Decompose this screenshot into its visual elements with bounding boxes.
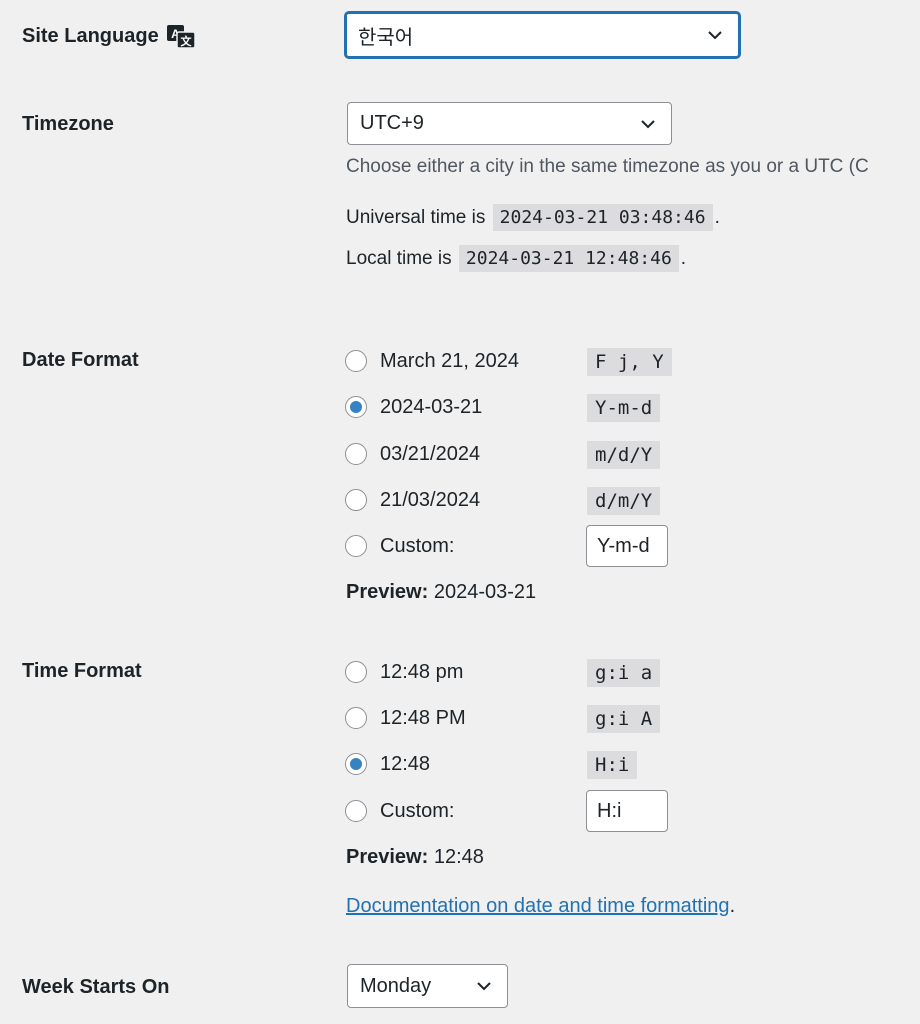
date-format-option-3[interactable]: 03/21/2024 [345, 439, 480, 469]
radio-label: 21/03/2024 [380, 488, 481, 511]
timezone-selected: UTC+9 [360, 112, 424, 134]
universal-time-prefix: Universal time is [346, 207, 486, 228]
date-format-option-custom[interactable]: Custom: [345, 531, 454, 561]
local-time-suffix: . [680, 248, 687, 269]
radio-button[interactable] [345, 489, 367, 511]
date-format-custom-input[interactable] [586, 525, 668, 567]
radio-button[interactable] [345, 661, 367, 683]
format-code: F j, Y [587, 348, 672, 376]
chevron-down-icon [708, 31, 722, 40]
radio-button-checked[interactable] [345, 396, 367, 418]
date-format-option-4[interactable]: 21/03/2024 [345, 485, 480, 515]
universal-time-row: Universal time is 2024-03-21 03:48:46. [346, 204, 720, 231]
documentation-link[interactable]: Documentation on date and time formattin… [346, 895, 730, 917]
date-format-label: Date Format [22, 349, 139, 371]
date-format-option-1[interactable]: March 21, 2024 [345, 346, 519, 376]
preview-value: 12:48 [433, 846, 484, 868]
format-code: Y-m-d [587, 394, 661, 422]
radio-label: 12:48 PM [380, 706, 466, 729]
radio-label: Custom: [380, 799, 455, 822]
preview-label: Preview: [346, 846, 429, 868]
radio-label: March 21, 2024 [380, 349, 519, 372]
date-format-preview: Preview: 2024-03-21 [346, 581, 536, 604]
date-format-option-2[interactable]: 2024-03-21 [345, 392, 482, 422]
time-format-custom-input[interactable] [586, 790, 668, 832]
preview-label: Preview: [346, 581, 429, 603]
radio-button[interactable] [345, 350, 367, 372]
site-language-label: Site Language A 文 [22, 24, 196, 49]
radio-button[interactable] [345, 443, 367, 465]
local-time-row: Local time is 2024-03-21 12:48:46. [346, 245, 687, 272]
site-language-select[interactable]: 한국어 [345, 12, 740, 58]
radio-button-checked[interactable] [345, 753, 367, 775]
format-code: g:i A [587, 705, 661, 733]
week-starts-on-label: Week Starts On [22, 976, 170, 998]
radio-button[interactable] [345, 800, 367, 822]
timezone-description: Choose either a city in the same timezon… [346, 156, 869, 177]
universal-time-suffix: . [714, 207, 720, 228]
radio-label: 03/21/2024 [380, 442, 481, 465]
time-format-option-custom[interactable]: Custom: [345, 796, 454, 826]
format-code: H:i [587, 751, 638, 779]
timezone-select[interactable]: UTC+9 [347, 102, 672, 145]
translation-icon: A 文 [166, 24, 196, 49]
preview-value: 2024-03-21 [433, 581, 537, 603]
time-format-option-3[interactable]: 12:48 [345, 749, 430, 779]
time-format-option-2[interactable]: 12:48 PM [345, 703, 466, 733]
timezone-label: Timezone [22, 113, 114, 135]
format-code: g:i a [587, 659, 661, 687]
chevron-down-icon [641, 119, 655, 128]
format-code: m/d/Y [587, 441, 661, 469]
chevron-down-icon [477, 982, 491, 991]
site-language-selected: 한국어 [358, 26, 414, 49]
local-time-prefix: Local time is [346, 248, 452, 269]
radio-label: 12:48 [380, 752, 431, 775]
week-starts-on-selected: Monday [360, 974, 432, 997]
documentation-suffix: . [729, 895, 736, 917]
radio-label: 12:48 pm [380, 660, 464, 683]
format-code: d/m/Y [587, 487, 661, 515]
svg-text:文: 文 [180, 34, 192, 48]
time-format-option-1[interactable]: 12:48 pm [345, 657, 463, 687]
radio-button[interactable] [345, 707, 367, 729]
time-format-label: Time Format [22, 660, 142, 682]
documentation-row: Documentation on date and time formattin… [346, 895, 735, 918]
local-time-value: 2024-03-21 12:48:46 [458, 245, 679, 272]
radio-label: 2024-03-21 [380, 395, 483, 418]
week-starts-on-select[interactable]: Monday [347, 964, 508, 1008]
time-format-preview: Preview: 12:48 [346, 846, 484, 869]
site-language-label-text: Site Language [22, 25, 159, 47]
universal-time-value: 2024-03-21 03:48:46 [492, 204, 713, 231]
radio-label: Custom: [380, 534, 455, 557]
radio-button[interactable] [345, 535, 367, 557]
